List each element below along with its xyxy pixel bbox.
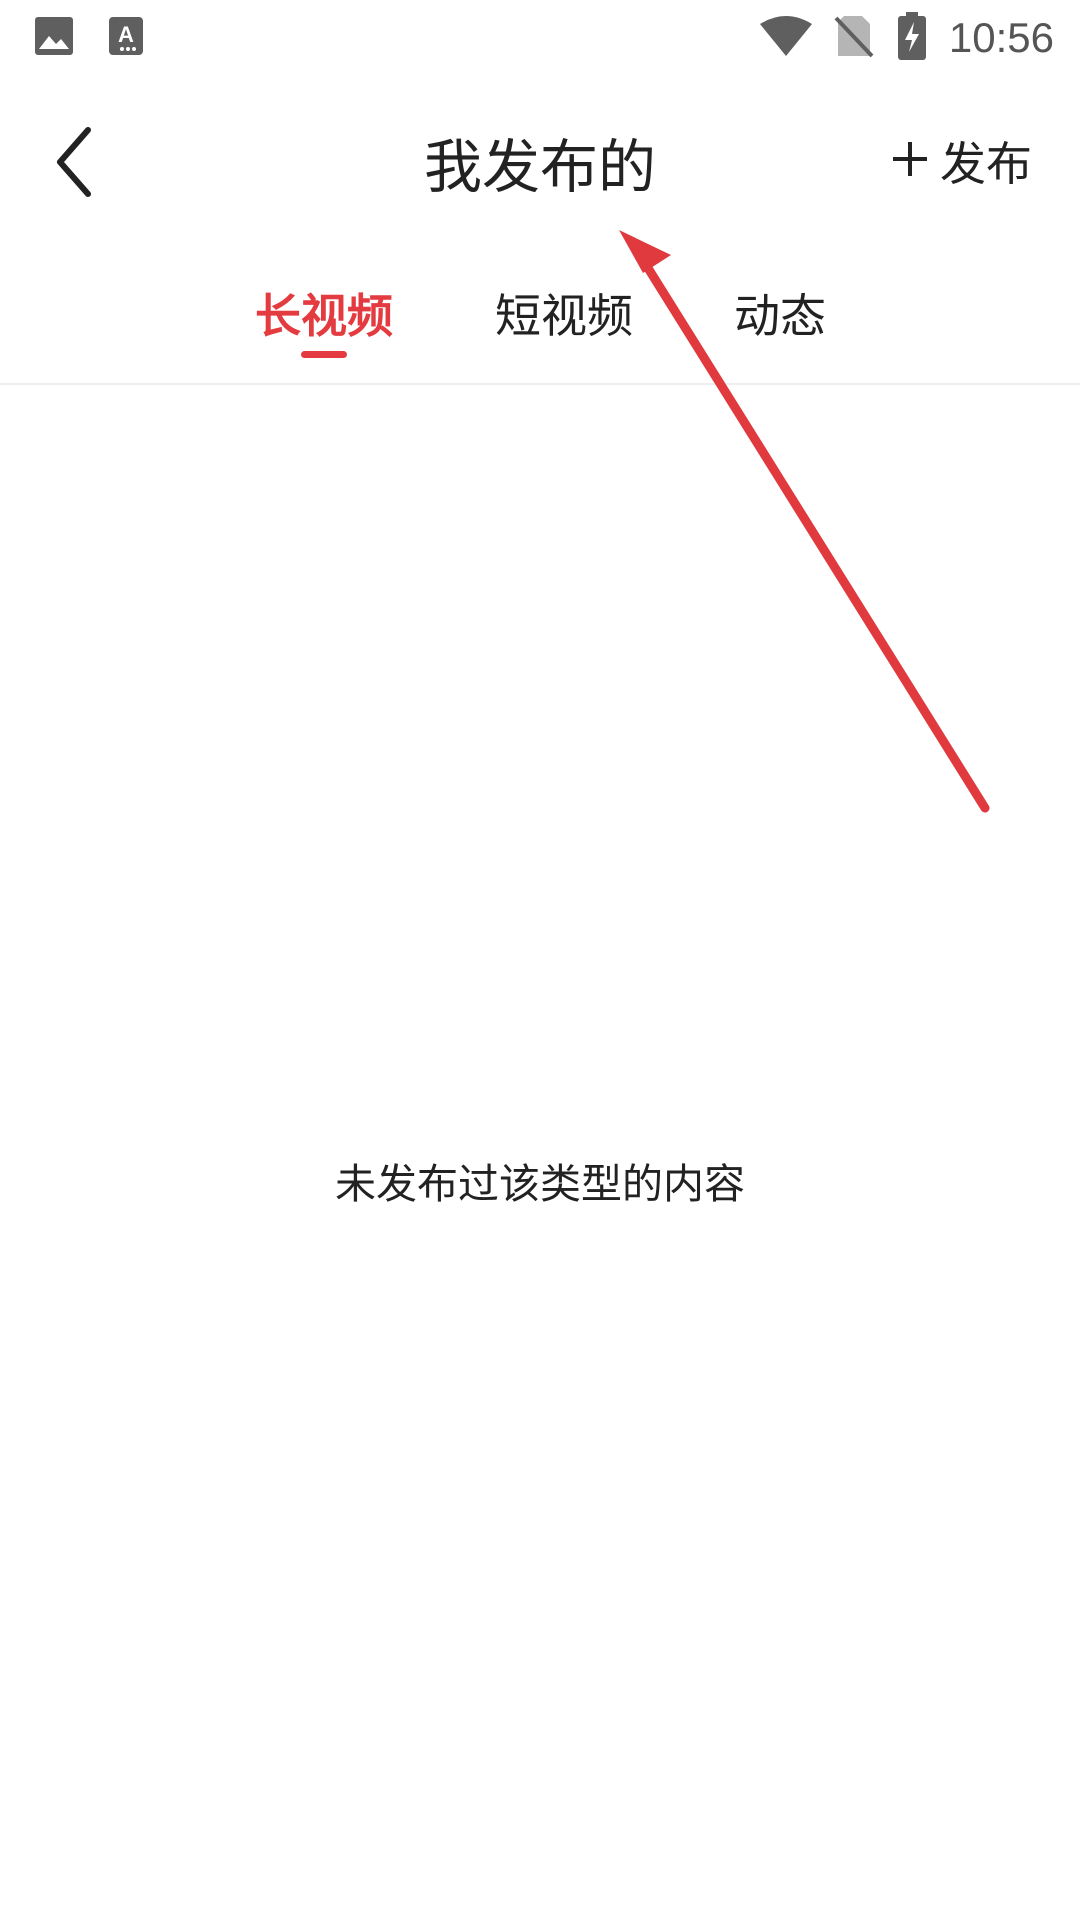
tab-short-video[interactable]: 短视频 bbox=[493, 280, 635, 346]
svg-text:A: A bbox=[118, 22, 134, 47]
battery-charging-icon bbox=[898, 12, 926, 64]
wifi-icon bbox=[758, 14, 814, 62]
status-bar: A 10:56 bbox=[0, 0, 1080, 72]
empty-state-message: 未发布过该类型的内容 bbox=[335, 1160, 745, 1208]
a-notification-icon: A bbox=[108, 16, 144, 60]
screen: A 10:56 我发布的 发布 长视频 短视频 动态 未发布过该类型的内容 bbox=[0, 0, 1080, 1920]
no-sim-icon bbox=[834, 14, 874, 62]
tab-bar: 长视频 短视频 动态 bbox=[0, 250, 1080, 384]
tab-moments[interactable]: 动态 bbox=[733, 280, 827, 346]
active-tab-indicator bbox=[301, 351, 347, 358]
gallery-icon bbox=[34, 16, 74, 60]
plus-icon bbox=[890, 139, 930, 183]
tab-long-video[interactable]: 长视频 bbox=[253, 280, 395, 346]
status-time: 10:56 bbox=[948, 14, 1054, 61]
publish-label: 发布 bbox=[940, 137, 1032, 191]
header: 我发布的 发布 bbox=[0, 82, 1080, 232]
publish-button[interactable]: 发布 bbox=[890, 126, 1032, 196]
tab-divider bbox=[0, 383, 1080, 385]
